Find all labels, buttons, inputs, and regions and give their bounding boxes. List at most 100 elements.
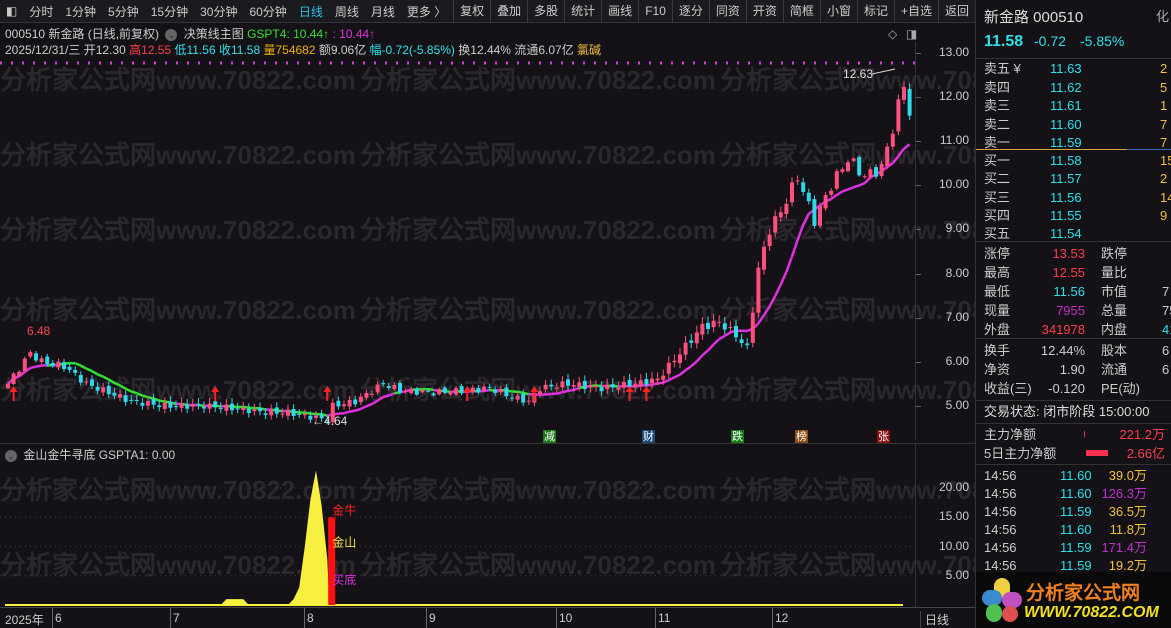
tool-button[interactable]: 同资 [708, 0, 746, 23]
layout-toggle-icon[interactable]: ◧ [0, 4, 23, 18]
candle [874, 164, 878, 179]
candle [633, 377, 638, 393]
candle-body [347, 399, 352, 407]
indicator-chart[interactable]: 金牛金山买底 [0, 462, 915, 607]
indicator-axis: 20.00 15.00 10.00 5.00 [915, 444, 975, 607]
stat-label: 股本 [1101, 343, 1128, 358]
candle-body [213, 401, 218, 408]
tool-button[interactable]: 简框 [782, 0, 820, 23]
tool-button[interactable]: 复权 [453, 0, 490, 23]
candle-body [358, 396, 363, 403]
tool-button[interactable]: 统计 [564, 0, 601, 23]
tool-button[interactable]: +自选 [893, 0, 938, 23]
candle-body [868, 169, 873, 178]
candle-body [218, 407, 223, 409]
candle-body [101, 387, 106, 393]
ma-line-segment [147, 395, 154, 400]
candle-body [644, 378, 649, 385]
flow-bar [1084, 431, 1085, 437]
ma-line-segment [695, 354, 704, 363]
event-marker[interactable]: 榜 [795, 430, 808, 444]
candle [879, 160, 884, 179]
candle-body [862, 176, 867, 178]
candlestick-chart[interactable]: 12.63 ←4.64 6.48 [0, 42, 915, 440]
bids-level: 买一 11.58 15 [984, 151, 1171, 170]
level-price[interactable]: 11.60 [1050, 115, 1082, 134]
level-price[interactable]: 11.61 [1050, 96, 1082, 115]
period-tab[interactable]: 5分钟 [102, 3, 145, 20]
level-price[interactable]: 11.55 [1050, 206, 1082, 225]
level-price[interactable]: 11.62 [1050, 78, 1082, 97]
period-tab[interactable]: 30分钟 [194, 3, 243, 20]
ma-line-segment [365, 402, 373, 408]
ma-line-segment [108, 378, 116, 385]
level-price[interactable]: 11.63 [1050, 59, 1082, 78]
candle [734, 320, 738, 342]
period-tab[interactable]: 周线 [329, 3, 365, 20]
cut-tab[interactable]: 化 [1156, 7, 1171, 26]
ma-line-segment [707, 343, 715, 352]
tick-price: 11.59 [1060, 540, 1092, 555]
candle-body [258, 408, 262, 412]
ma-line-segment [354, 407, 362, 412]
event-marker[interactable]: 财 [642, 430, 655, 444]
period-tab[interactable]: 分时 [23, 3, 59, 20]
indicator-title[interactable]: 金山金牛寻底 [23, 448, 95, 462]
candle [801, 177, 806, 196]
candle [34, 350, 38, 363]
candle [56, 358, 61, 371]
candle [353, 395, 358, 408]
candle [672, 354, 677, 368]
gspt4-value-b: : 10.44↑ [332, 27, 376, 41]
candle-body [398, 382, 402, 393]
candle-body [269, 409, 274, 416]
panel-toggle-icon[interactable]: ◨ [906, 27, 917, 41]
tool-button[interactable]: 开资 [745, 0, 783, 23]
tool-button[interactable]: 多股 [527, 0, 564, 23]
candle-body [134, 400, 139, 402]
main-chart-name[interactable]: 决策线主图 [184, 27, 244, 41]
tool-button[interactable]: F10 [638, 0, 672, 23]
collapse-icon[interactable]: ⌄ [165, 29, 178, 41]
candle [459, 383, 464, 396]
tool-button[interactable]: 逐分 [671, 0, 709, 23]
period-tab[interactable]: 1分钟 [59, 3, 102, 20]
period-tab[interactable]: 日线 [293, 3, 329, 20]
candle-body [392, 384, 397, 390]
buy-arrow-icon [463, 386, 472, 401]
candle-body [874, 167, 878, 177]
diamond-icon[interactable]: ◇ [888, 27, 897, 41]
event-marker[interactable]: 张 [877, 430, 890, 444]
candle-body [409, 388, 414, 394]
level-volume: 9 [1160, 207, 1168, 223]
collapse-icon[interactable]: ⌄ [5, 450, 17, 462]
candle-body [414, 388, 419, 395]
period-tab[interactable]: 60分钟 [243, 3, 292, 20]
candle-body [431, 393, 436, 396]
period-tab[interactable]: 更多 〉 [401, 3, 452, 20]
tool-button[interactable]: 叠加 [490, 0, 527, 23]
period-tab[interactable]: 月线 [365, 3, 401, 20]
level-price[interactable]: 11.56 [1050, 188, 1082, 207]
tool-button[interactable]: 标记 [856, 0, 894, 23]
trade-status: 交易状态: 闭市阶段 15:00:00 [984, 404, 1150, 419]
candle [291, 404, 296, 420]
tool-button[interactable]: 返回 [937, 0, 975, 23]
tool-button[interactable]: 画线 [601, 0, 638, 23]
period-label[interactable]: 日线 [920, 611, 949, 628]
level-price[interactable]: 11.57 [1050, 169, 1082, 188]
candle [812, 195, 817, 229]
event-marker[interactable]: 跌 [731, 430, 744, 444]
candle-body [784, 203, 789, 215]
tool-button[interactable]: 小窗 [819, 0, 857, 23]
tick-amount: 36.5万 [1108, 504, 1147, 519]
event-marker[interactable]: 减 [543, 430, 556, 444]
candle [616, 381, 621, 395]
candle [381, 380, 386, 387]
period-tab[interactable]: 15分钟 [145, 3, 194, 20]
candle-body [599, 387, 604, 392]
candle-body [241, 407, 246, 411]
candle [431, 391, 436, 397]
level-price[interactable]: 11.58 [1050, 151, 1082, 170]
candle-body [571, 385, 576, 387]
